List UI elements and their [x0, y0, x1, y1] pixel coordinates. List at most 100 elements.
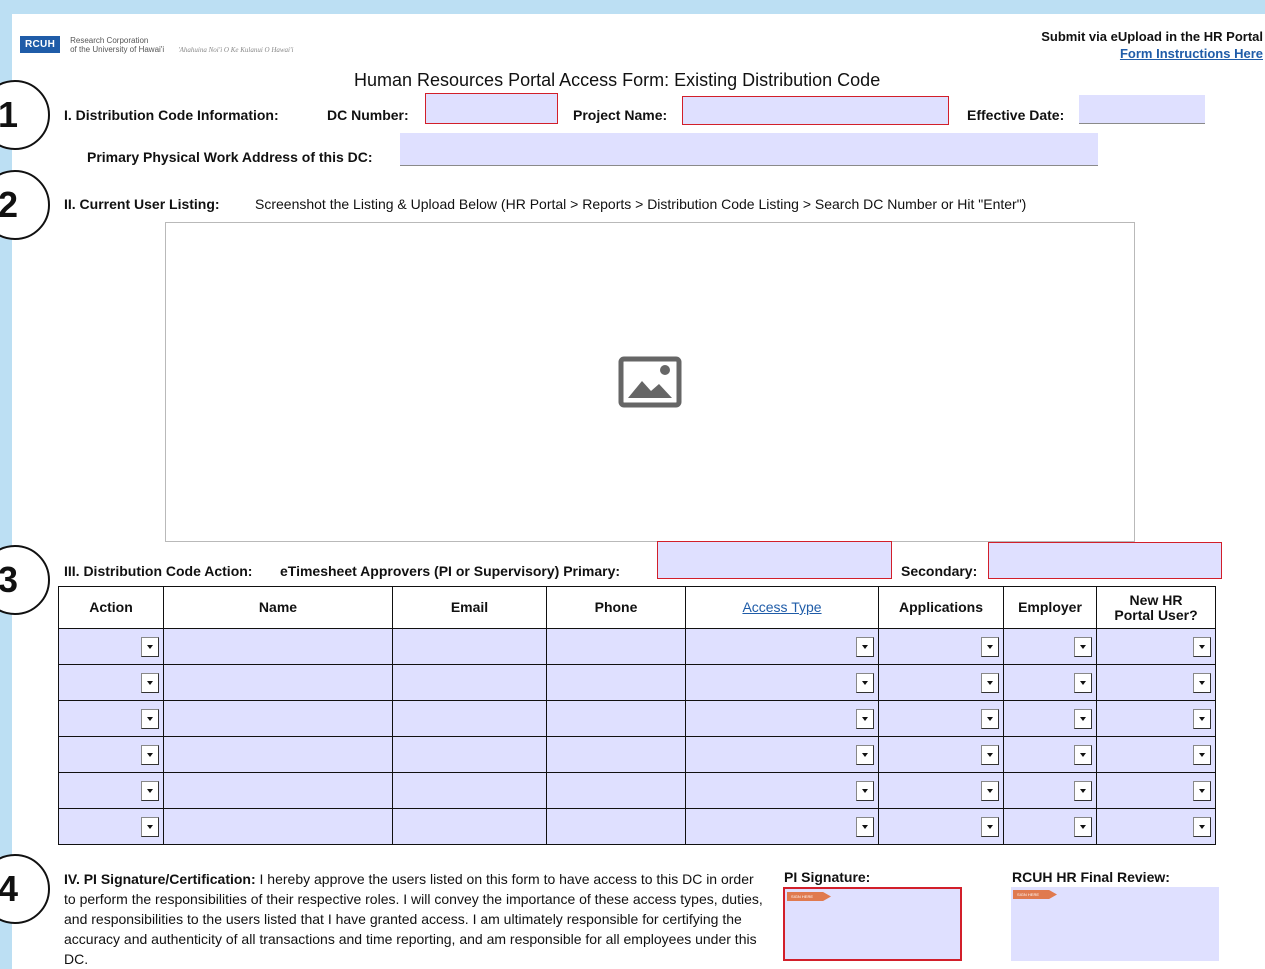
- dropdown-button[interactable]: [1193, 709, 1211, 729]
- cell-phone[interactable]: [546, 628, 686, 665]
- secondary-approver-field[interactable]: [988, 542, 1222, 579]
- cell-access-type[interactable]: [685, 664, 879, 701]
- chevron-down-icon: [1199, 789, 1205, 793]
- cell-email[interactable]: [392, 808, 547, 845]
- cell-action[interactable]: [58, 736, 164, 773]
- dropdown-button[interactable]: [1193, 673, 1211, 693]
- cell-access-type[interactable]: [685, 736, 879, 773]
- dc-number-field[interactable]: [425, 93, 558, 124]
- dropdown-button[interactable]: [1074, 709, 1092, 729]
- cell-name[interactable]: [163, 628, 393, 665]
- cell-applications[interactable]: [878, 664, 1004, 701]
- cell-new-user[interactable]: [1096, 772, 1216, 809]
- pi-signature-field[interactable]: SIGN HERE: [783, 887, 962, 961]
- cell-new-user[interactable]: [1096, 628, 1216, 665]
- dropdown-button[interactable]: [981, 673, 999, 693]
- cell-action[interactable]: [58, 772, 164, 809]
- header-new-user-line-1: New HR: [1129, 591, 1183, 608]
- cell-email[interactable]: [392, 700, 547, 737]
- cell-name[interactable]: [163, 808, 393, 845]
- dropdown-button[interactable]: [856, 745, 874, 765]
- cell-new-user[interactable]: [1096, 700, 1216, 737]
- dropdown-button[interactable]: [141, 637, 159, 657]
- cell-applications[interactable]: [878, 808, 1004, 845]
- cell-new-user[interactable]: [1096, 664, 1216, 701]
- cell-phone[interactable]: [546, 736, 686, 773]
- dropdown-button[interactable]: [981, 817, 999, 837]
- cell-employer[interactable]: [1003, 736, 1097, 773]
- cell-phone[interactable]: [546, 808, 686, 845]
- dropdown-button[interactable]: [1193, 817, 1211, 837]
- dropdown-button[interactable]: [981, 637, 999, 657]
- project-name-field[interactable]: [682, 96, 949, 125]
- cell-access-type[interactable]: [685, 772, 879, 809]
- cell-applications[interactable]: [878, 772, 1004, 809]
- dropdown-button[interactable]: [141, 745, 159, 765]
- dropdown-button[interactable]: [1074, 817, 1092, 837]
- address-field[interactable]: [400, 133, 1098, 166]
- chevron-down-icon: [862, 681, 868, 685]
- cell-access-type[interactable]: [685, 808, 879, 845]
- cell-name[interactable]: [163, 664, 393, 701]
- cell-email[interactable]: [392, 628, 547, 665]
- cell-action[interactable]: [58, 664, 164, 701]
- cell-employer[interactable]: [1003, 772, 1097, 809]
- cell-employer[interactable]: [1003, 664, 1097, 701]
- access-type-link[interactable]: Access Type: [742, 599, 821, 615]
- dropdown-button[interactable]: [981, 745, 999, 765]
- cell-employer[interactable]: [1003, 808, 1097, 845]
- chevron-down-icon: [987, 753, 993, 757]
- cell-name[interactable]: [163, 700, 393, 737]
- dropdown-button[interactable]: [856, 673, 874, 693]
- cell-name[interactable]: [163, 772, 393, 809]
- dropdown-button[interactable]: [856, 781, 874, 801]
- cell-email[interactable]: [392, 736, 547, 773]
- dropdown-button[interactable]: [856, 817, 874, 837]
- dropdown-button[interactable]: [1193, 637, 1211, 657]
- cell-phone[interactable]: [546, 664, 686, 701]
- cell-action[interactable]: [58, 700, 164, 737]
- chevron-down-icon: [1080, 825, 1086, 829]
- cell-action[interactable]: [58, 808, 164, 845]
- section-4-heading: IV. PI Signature/Certification:: [64, 871, 256, 887]
- dropdown-button[interactable]: [1193, 745, 1211, 765]
- cell-phone[interactable]: [546, 700, 686, 737]
- dropdown-button[interactable]: [981, 781, 999, 801]
- cell-new-user[interactable]: [1096, 808, 1216, 845]
- cell-applications[interactable]: [878, 700, 1004, 737]
- cell-phone[interactable]: [546, 772, 686, 809]
- step-marker-4: 4: [0, 854, 50, 924]
- form-instructions-link[interactable]: Form Instructions Here: [1041, 45, 1263, 62]
- final-review-field[interactable]: SIGN HERE: [1011, 887, 1219, 961]
- dropdown-button[interactable]: [981, 709, 999, 729]
- screenshot-upload-box[interactable]: [165, 222, 1135, 542]
- cell-access-type[interactable]: [685, 700, 879, 737]
- chevron-down-icon: [1199, 825, 1205, 829]
- cell-action[interactable]: [58, 628, 164, 665]
- cell-applications[interactable]: [878, 736, 1004, 773]
- chevron-down-icon: [1199, 681, 1205, 685]
- dropdown-button[interactable]: [856, 637, 874, 657]
- cell-email[interactable]: [392, 664, 547, 701]
- primary-approver-field[interactable]: [657, 541, 892, 579]
- dropdown-button[interactable]: [856, 709, 874, 729]
- dropdown-button[interactable]: [141, 781, 159, 801]
- cell-access-type[interactable]: [685, 628, 879, 665]
- cell-email[interactable]: [392, 772, 547, 809]
- dropdown-button[interactable]: [1074, 673, 1092, 693]
- dropdown-button[interactable]: [1074, 745, 1092, 765]
- dropdown-button[interactable]: [141, 709, 159, 729]
- dropdown-button[interactable]: [1193, 781, 1211, 801]
- dropdown-button[interactable]: [141, 817, 159, 837]
- effective-date-field[interactable]: [1079, 95, 1205, 124]
- cell-new-user[interactable]: [1096, 736, 1216, 773]
- cell-applications[interactable]: [878, 628, 1004, 665]
- sign-here-flag-review: SIGN HERE: [1013, 890, 1057, 899]
- cell-name[interactable]: [163, 736, 393, 773]
- dropdown-button[interactable]: [141, 673, 159, 693]
- dropdown-button[interactable]: [1074, 637, 1092, 657]
- project-name-label: Project Name:: [573, 107, 668, 123]
- cell-employer[interactable]: [1003, 628, 1097, 665]
- dropdown-button[interactable]: [1074, 781, 1092, 801]
- cell-employer[interactable]: [1003, 700, 1097, 737]
